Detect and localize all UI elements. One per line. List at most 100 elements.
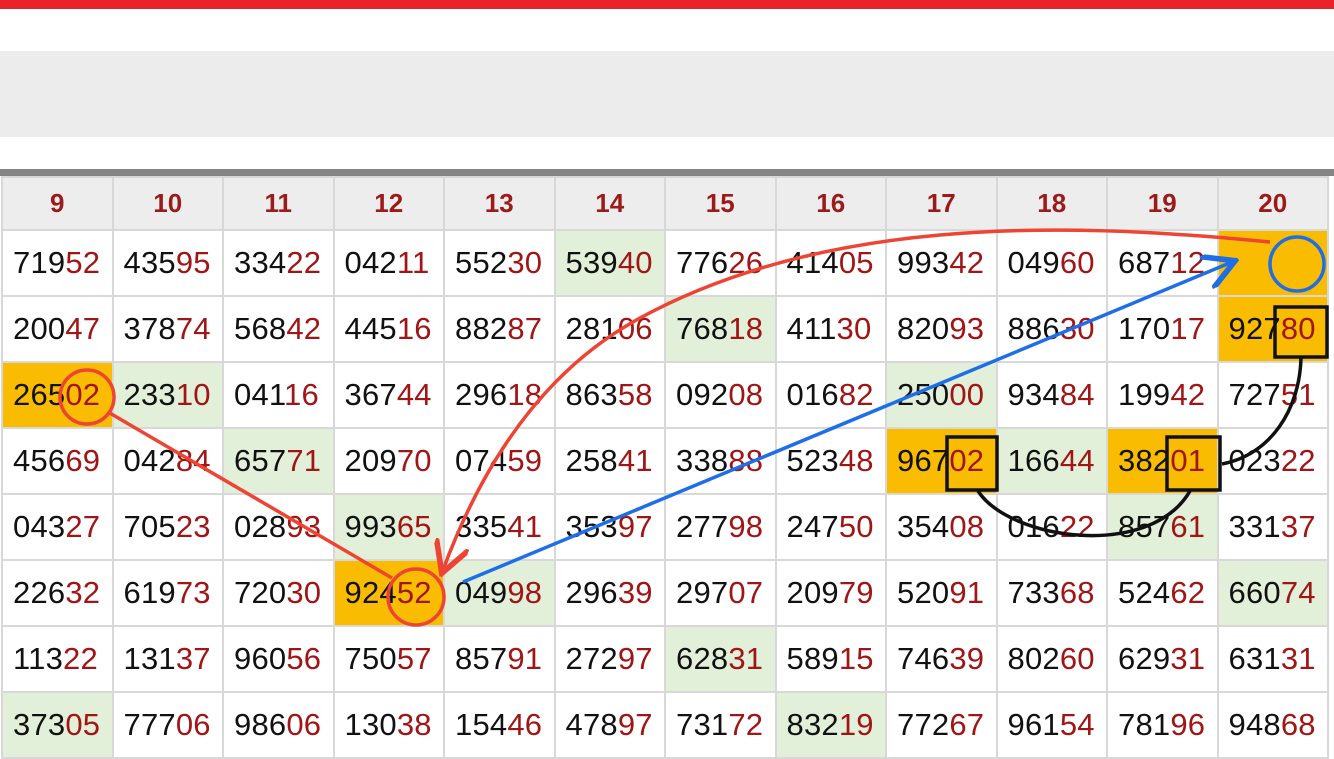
cell-tail-digits: 23	[175, 509, 211, 544]
cell-tail-digits: 70	[396, 443, 432, 478]
cell-tail-digits: 61	[1170, 509, 1206, 544]
number-cell	[1216, 229, 1329, 297]
cell-lead-digits: 335	[455, 509, 508, 544]
number-cell: 85761	[1106, 493, 1219, 561]
cell-lead-digits: 777	[123, 707, 176, 742]
cell-lead-digits: 016	[1007, 509, 1060, 544]
number-cell: 37305	[1, 691, 114, 759]
cell-lead-digits: 882	[455, 311, 508, 346]
cell-lead-digits: 886	[1007, 311, 1060, 346]
toolbar-placeholder	[0, 51, 1334, 137]
cell-tail-digits: 22	[1280, 443, 1316, 478]
grid-body: 71952 43595 33422 04211 55230 53940 77626 41405…	[1, 229, 1329, 759]
cell-tail-digits: 22	[63, 641, 98, 676]
cell-tail-digits: 98	[728, 509, 764, 544]
cell-lead-digits: 023	[1228, 443, 1281, 478]
cell-lead-digits: 478	[565, 707, 618, 742]
number-cell: 22632	[1, 559, 114, 627]
number-cell: 17017	[1106, 295, 1219, 363]
cell-lead-digits: 948	[1228, 707, 1281, 742]
cell-lead-digits: 520	[897, 575, 950, 610]
number-cell: 61973	[111, 559, 224, 627]
cell-tail-digits: 01	[1170, 443, 1206, 478]
cell-tail-digits: 08	[728, 377, 764, 412]
number-cell: 74639	[885, 625, 998, 693]
number-cell: 26502	[1, 361, 114, 429]
cell-lead-digits: 832	[786, 707, 839, 742]
cell-lead-digits: 750	[344, 641, 397, 676]
cell-tail-digits: 91	[949, 575, 985, 610]
cell-lead-digits: 731	[676, 707, 729, 742]
cell-lead-digits: 960	[234, 641, 287, 676]
cell-tail-digits: 11	[396, 245, 430, 280]
cell-lead-digits: 629	[1118, 641, 1171, 676]
cell-tail-digits: 72	[728, 707, 764, 742]
number-cell: 55230	[443, 229, 556, 297]
number-cell: 52091	[885, 559, 998, 627]
cell-tail-digits: 50	[838, 509, 874, 544]
cell-tail-digits: 69	[65, 443, 101, 478]
cell-lead-digits: 382	[1118, 443, 1171, 478]
cell-tail-digits: 65	[396, 509, 432, 544]
table-row: 45669 04284 65771 20970 07459 25841 33888 52348…	[1, 427, 1329, 495]
cell-tail-digits: 31	[1280, 641, 1316, 676]
cell-lead-digits: 524	[1118, 575, 1171, 610]
cell-tail-digits: 10	[175, 377, 211, 412]
cell-tail-digits: 48	[838, 443, 874, 478]
number-cell: 19942	[1106, 361, 1219, 429]
cell-lead-digits: 297	[676, 575, 729, 610]
cell-tail-digits: 80	[1280, 311, 1316, 346]
cell-tail-digits: 91	[507, 641, 543, 676]
cell-lead-digits: 589	[786, 641, 839, 676]
cell-tail-digits: 31	[728, 641, 764, 676]
number-cell: 01682	[774, 361, 887, 429]
cell-lead-digits: 200	[13, 311, 66, 346]
number-cell: 25841	[553, 427, 666, 495]
cell-tail-digits: 41	[507, 509, 543, 544]
number-cell: 15446	[443, 691, 556, 759]
cell-tail-digits: 57	[396, 641, 432, 676]
table-row: 11322 13137 96056 75057 85791 27297 62831 58915…	[1, 625, 1329, 693]
number-cell: 71952	[1, 229, 114, 297]
number-cell: 98606	[222, 691, 335, 759]
number-cell: 11322	[1, 625, 114, 693]
cell-lead-digits: 373	[13, 707, 66, 742]
number-cell: 73172	[664, 691, 777, 759]
number-cell: 25000	[885, 361, 998, 429]
cell-tail-digits: 52	[65, 245, 101, 280]
column-header: 9	[1, 176, 114, 231]
number-cell: 65771	[222, 427, 335, 495]
column-header: 13	[443, 176, 556, 231]
cell-lead-digits: 961	[1007, 707, 1060, 742]
number-cell: 24750	[774, 493, 887, 561]
cell-lead-digits: 993	[897, 245, 950, 280]
cell-tail-digits: 12	[1170, 245, 1206, 280]
column-header: 19	[1106, 176, 1219, 231]
cell-lead-digits: 338	[676, 443, 729, 478]
cell-tail-digits: 82	[838, 377, 874, 412]
top-accent-bar	[0, 0, 1334, 9]
cell-tail-digits: 19	[838, 707, 874, 742]
cell-lead-digits: 924	[344, 575, 397, 610]
cell-tail-digits: 41	[617, 443, 653, 478]
table-top-divider	[0, 169, 1334, 176]
number-cell: 88287	[443, 295, 556, 363]
column-header: 15	[664, 176, 777, 231]
number-cell: 27297	[553, 625, 666, 693]
cell-tail-digits: 79	[838, 575, 874, 610]
number-cell: 35397	[553, 493, 666, 561]
number-cell: 02322	[1216, 427, 1329, 495]
cell-tail-digits: 98	[507, 575, 543, 610]
cell-lead-digits: 863	[565, 377, 618, 412]
cell-lead-digits: 258	[565, 443, 618, 478]
cell-lead-digits: 720	[234, 575, 287, 610]
number-cell: 78196	[1106, 691, 1219, 759]
cell-tail-digits: 38	[396, 707, 432, 742]
cell-lead-digits: 445	[344, 311, 397, 346]
cell-tail-digits: 26	[728, 245, 764, 280]
table-row: 22632 61973 72030 92452 04998 29639 29707 20979…	[1, 559, 1329, 627]
cell-tail-digits: 30	[507, 245, 543, 280]
column-header: 10	[111, 176, 224, 231]
cell-lead-digits: 993	[344, 509, 397, 544]
number-cell: 28106	[553, 295, 666, 363]
